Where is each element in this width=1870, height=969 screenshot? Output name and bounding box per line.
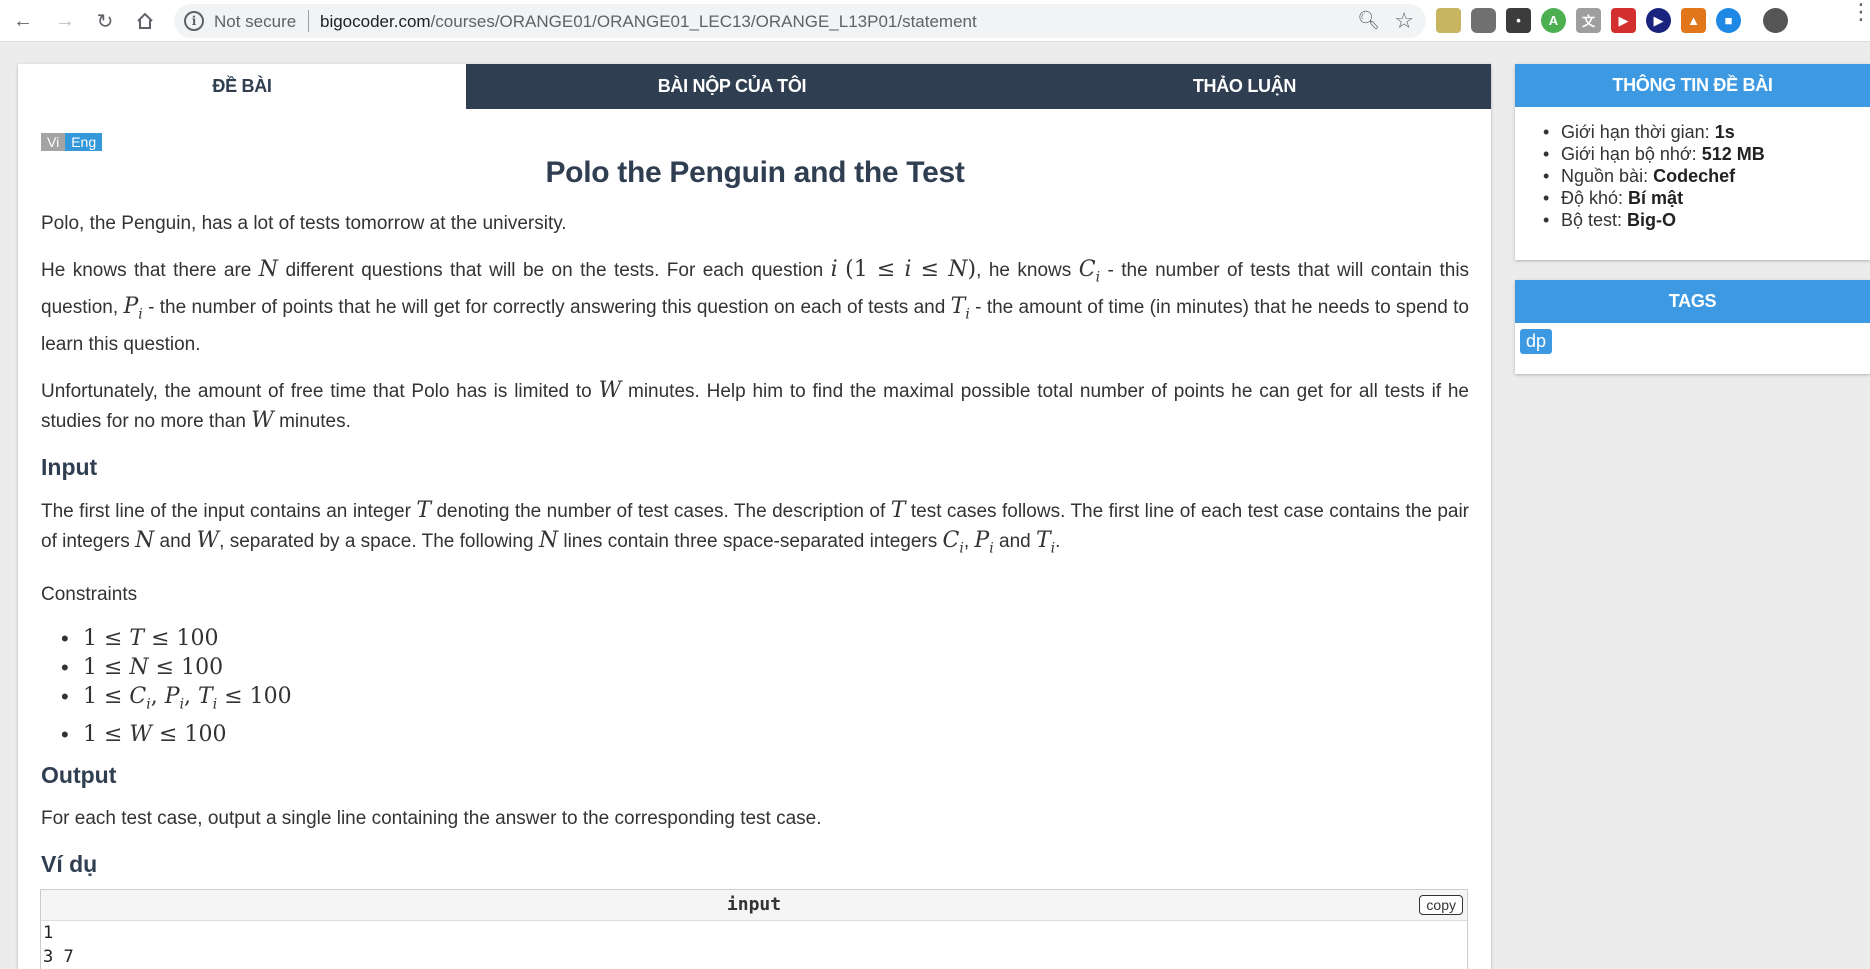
fox-extension-icon[interactable]: ▲ xyxy=(1681,8,1706,33)
list-item: 1 ≤ Ci, Pi, Ti ≤ 100 xyxy=(61,682,1469,719)
translate-extension-icon[interactable]: A xyxy=(1541,8,1566,33)
sample-input-content: 1 3 7 xyxy=(41,921,1467,969)
info-icon[interactable]: i xyxy=(184,11,204,31)
tags-heading: TAGS xyxy=(1515,280,1870,323)
list-item: 1 ≤ W ≤ 100 xyxy=(61,720,1469,749)
sample-input-box: input copy 1 3 7 xyxy=(40,889,1468,969)
description-paragraph: He knows that there are N different ques… xyxy=(41,257,1470,355)
divider xyxy=(308,10,309,32)
problem-card: ĐỀ BÀI BÀI NỘP CỦA TÔI THẢO LUẬN Vi Eng … xyxy=(18,64,1491,969)
url-host: bigocoder.com xyxy=(320,12,431,31)
url-text[interactable]: bigocoder.com/courses/ORANGE01/ORANGE01_… xyxy=(320,12,977,32)
input-paragraph: The first line of the input contains an … xyxy=(41,497,1470,557)
notes-extension-icon[interactable] xyxy=(1436,8,1461,33)
info-value: 1s xyxy=(1714,122,1735,142)
browser-menu-icon[interactable]: ⋮ xyxy=(1850,1,1870,23)
reload-icon[interactable]: ↻ xyxy=(92,8,118,34)
info-source: Nguồn bài: Codechef xyxy=(1543,165,1870,187)
sample-line: 3 7 xyxy=(43,947,74,967)
profile-avatar-icon[interactable] xyxy=(1763,8,1788,33)
list-item: 1 ≤ N ≤ 100 xyxy=(61,653,1469,682)
back-icon[interactable]: ← xyxy=(10,8,36,34)
home-icon[interactable] xyxy=(132,8,158,34)
tags-card: TAGS dp xyxy=(1515,280,1870,374)
forward-icon[interactable]: → xyxy=(52,8,78,34)
info-value: Codechef xyxy=(1653,166,1736,186)
info-memory-limit: Giới hạn bộ nhớ: 512 MB xyxy=(1543,143,1870,165)
info-time-limit: Giới hạn thời gian: 1s xyxy=(1543,121,1870,143)
info-value: Bí mật xyxy=(1628,188,1684,208)
problem-tabs: ĐỀ BÀI BÀI NỘP CỦA TÔI THẢO LUẬN xyxy=(18,64,1491,109)
zoom-icon[interactable]: 🔍︎ xyxy=(1357,10,1380,31)
output-paragraph: For each test case, output a single line… xyxy=(41,807,822,829)
info-label: Bộ test: xyxy=(1561,210,1628,230)
tag-dp[interactable]: dp xyxy=(1520,329,1553,354)
intro-paragraph: Polo, the Penguin, has a lot of tests to… xyxy=(41,213,567,234)
input-heading: Input xyxy=(41,453,98,480)
security-label: Not secure xyxy=(214,12,297,31)
sample-line: 1 xyxy=(43,923,54,943)
browser-toolbar: ← → ↻ i Not secure bigocoder.com/courses… xyxy=(0,0,1870,42)
lang-vi-button[interactable]: Vi xyxy=(41,133,66,151)
address-bar[interactable]: i Not secure bigocoder.com/courses/ORANG… xyxy=(174,4,1426,38)
problem-title: Polo the Penguin and the Test xyxy=(545,156,965,189)
tab-my-submissions[interactable]: BÀI NỘP CỦA TÔI xyxy=(466,64,998,109)
problem-info-card: THÔNG TIN ĐỀ BÀI Giới hạn thời gian: 1s … xyxy=(1515,64,1870,260)
lang-en-button[interactable]: Eng xyxy=(65,133,103,151)
extensions-bar: • A 文 ▶ ▶ ▲ ■ xyxy=(1436,8,1788,33)
tab-problem[interactable]: ĐỀ BÀI xyxy=(18,64,466,109)
bulb-extension-icon[interactable]: • xyxy=(1506,8,1531,33)
goal-paragraph: Unfortunately, the amount of free time t… xyxy=(41,377,1469,433)
problem-statement: Polo the Penguin and the Test Polo, the … xyxy=(41,150,1469,893)
info-label: Giới hạn bộ nhớ: xyxy=(1561,144,1702,164)
url-path: /courses/ORANGE01/ORANGE01_LEC13/ORANGE_… xyxy=(430,12,977,31)
play-extension-icon[interactable]: ▶ xyxy=(1646,8,1671,33)
output-heading: Output xyxy=(41,761,117,788)
problem-info-heading: THÔNG TIN ĐỀ BÀI xyxy=(1515,64,1870,107)
sample-input-title: input xyxy=(726,894,782,915)
language-extension-icon[interactable]: 文 xyxy=(1576,8,1601,33)
info-value: Big-O xyxy=(1627,210,1677,230)
info-label: Giới hạn thời gian: xyxy=(1561,122,1715,142)
sample-input-header: input copy xyxy=(41,890,1467,921)
megaphone-extension-icon[interactable]: ▶ xyxy=(1611,8,1636,33)
info-test-set: Bộ test: Big-O xyxy=(1543,209,1870,231)
info-label: Nguồn bài: xyxy=(1561,166,1654,186)
language-switch: Vi Eng xyxy=(41,133,103,151)
info-difficulty: Độ khó: Bí mật xyxy=(1543,187,1870,209)
problem-info-list: Giới hạn thời gian: 1s Giới hạn bộ nhớ: … xyxy=(1543,121,1870,231)
example-heading: Ví dụ xyxy=(41,850,98,877)
shield-extension-icon[interactable]: ■ xyxy=(1716,8,1741,33)
info-label: Độ khó: xyxy=(1561,188,1629,208)
constraints-list: 1 ≤ T ≤ 100 1 ≤ N ≤ 100 1 ≤ Ci, Pi, Ti ≤… xyxy=(61,624,1469,748)
constraints-label: Constraints xyxy=(41,584,138,606)
cube-extension-icon[interactable] xyxy=(1471,8,1496,33)
info-value: 512 MB xyxy=(1701,144,1765,164)
copy-button[interactable]: copy xyxy=(1419,895,1463,915)
bookmark-star-icon[interactable]: ☆ xyxy=(1394,8,1414,34)
tab-discussion[interactable]: THẢO LUẬN xyxy=(998,64,1491,109)
list-item: 1 ≤ T ≤ 100 xyxy=(61,624,1469,653)
